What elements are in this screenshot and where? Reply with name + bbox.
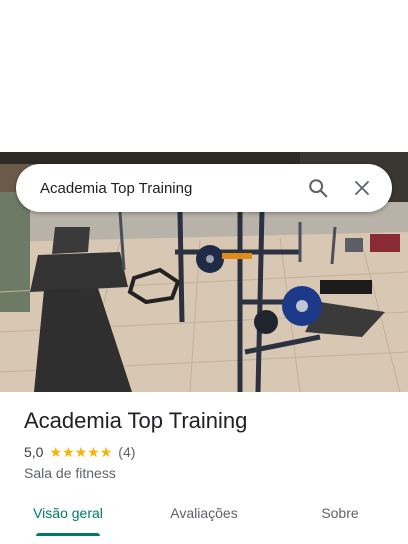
search-icon[interactable] [296, 166, 340, 210]
star-rating: ★ ★ ★ ★ ★ [49, 445, 112, 459]
star-icon: ★ [62, 444, 75, 460]
tab-overview[interactable]: Visão geral [0, 496, 136, 536]
place-category[interactable]: Sala de fitness [24, 465, 116, 481]
rating-row[interactable]: 5,0 ★ ★ ★ ★ ★ (4) [24, 444, 135, 460]
search-input[interactable]: Academia Top Training [40, 180, 296, 197]
place-title: Academia Top Training [24, 408, 248, 433]
tab-reviews[interactable]: Avaliações [136, 496, 272, 536]
active-tab-indicator [36, 533, 100, 536]
rating-value: 5,0 [24, 444, 44, 460]
tab-bar: Visão geral Avaliações Sobre [0, 496, 408, 536]
star-icon: ★ [74, 444, 88, 460]
star-icon: ★ [99, 444, 113, 460]
star-icon: ★ [87, 444, 100, 460]
star-icon: ★ [49, 444, 63, 460]
tab-label: Sobre [321, 505, 359, 521]
review-count[interactable]: (4) [118, 444, 135, 460]
close-icon[interactable] [340, 166, 384, 210]
tab-label: Visão geral [33, 505, 103, 521]
tab-about[interactable]: Sobre [272, 496, 408, 536]
tab-label: Avaliações [170, 505, 238, 521]
search-bar[interactable]: Academia Top Training [16, 164, 392, 212]
